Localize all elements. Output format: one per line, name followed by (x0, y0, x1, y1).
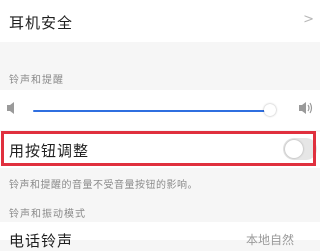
volume-low-icon (7, 102, 14, 114)
adjust-with-buttons-toggle[interactable] (283, 138, 317, 160)
phone-ringtone-row[interactable]: 电话铃声 本地自然 (0, 222, 320, 250)
volume-slider-track[interactable] (33, 110, 269, 112)
ringtone-section-label: 铃声和提醒 (9, 75, 64, 86)
earphone-safety-label: 耳机安全 (9, 14, 74, 32)
chevron-right-icon: > (303, 12, 314, 27)
volume-high-icon (299, 102, 313, 114)
toggle-knob (285, 140, 303, 158)
phone-ringtone-label: 电话铃声 (9, 232, 74, 250)
adjust-with-buttons-label: 用按钮调整 (9, 142, 90, 160)
volume-row (0, 90, 320, 130)
volume-slider-thumb[interactable] (264, 104, 276, 116)
adjust-with-buttons-row[interactable]: 用按钮调整 (0, 132, 320, 168)
adjust-description: 铃声和提醒的音量不受音量按钮的影响。 (9, 180, 198, 191)
earphone-safety-row[interactable]: 耳机安全 > (0, 0, 320, 42)
vibration-section-label: 铃声和振动模式 (9, 209, 86, 220)
